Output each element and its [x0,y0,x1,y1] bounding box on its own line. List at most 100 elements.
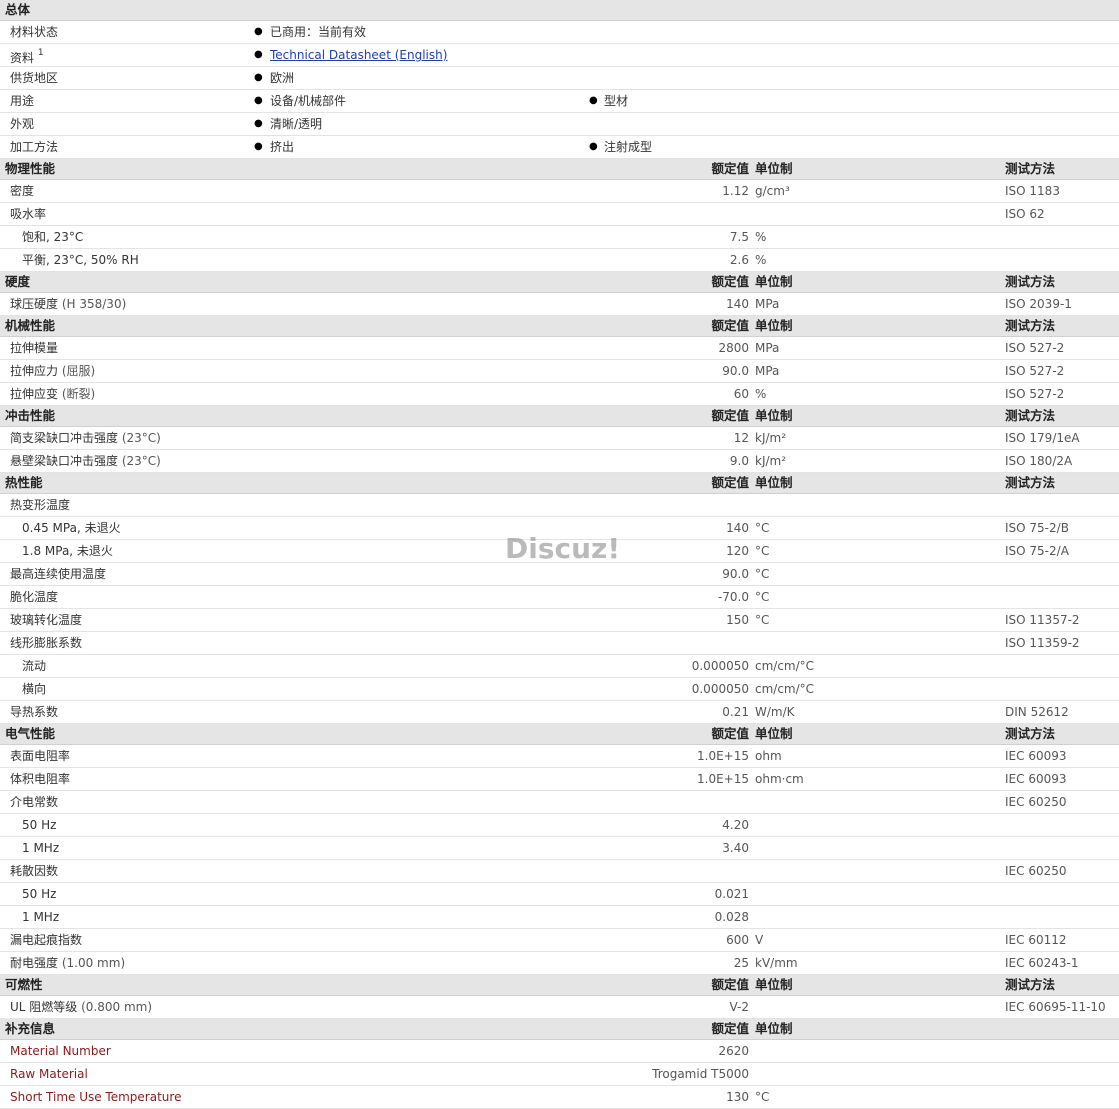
property-name: 玻璃转化温度 [10,613,83,627]
property-label: 表面电阻率 [10,745,70,767]
property-unit: °C [755,613,770,627]
property-row: Raw Material Trogamid T5000 [0,1063,1119,1086]
general-row: 供货地区 ● 欧洲 [0,67,1119,90]
general-section: 总体 材料状态 ● 已商用：当前有效 资料 1 ● Technical Datasheet… [0,0,1119,159]
property-row: 吸水率 ISO 62 [0,203,1119,226]
property-row: 体积电阻率 1.0E+15 ohm·cm IEC 60093 [0,768,1119,791]
property-value: 140 [726,521,749,535]
general-label: 供货地区 [10,67,58,89]
property-name: 热变形温度 [10,498,71,512]
property-row: UL 阻燃等级 (0.800 mm) V-2 IEC 60695-11-10 [0,996,1119,1019]
property-label: 1 MHz [22,906,59,928]
test-method-column-header: 测试方法 [1005,161,1056,176]
property-value: 90.0 [722,567,749,581]
property-unit: ohm [755,749,782,763]
section-title: 可燃性 [5,977,43,992]
property-row: 漏电起痕指数 600 V IEC 60112 [0,929,1119,952]
property-name: 导热系数 [10,705,59,719]
test-method: DIN 52612 [1005,705,1069,719]
datasheet-link[interactable]: Technical Datasheet (English) [270,44,447,66]
property-label: Short Time Use Temperature [10,1086,181,1108]
unit-column-header: 单位制 [755,274,793,289]
section-header: 硬度 额定值 单位制 测试方法 [0,272,1119,293]
test-method: IEC 60243-1 [1005,956,1079,970]
test-method: IEC 60250 [1005,795,1067,809]
property-row: 拉伸应力 (屈服) 90.0 MPa ISO 527-2 [0,360,1119,383]
test-method: ISO 527-2 [1005,364,1065,378]
property-row: 耐电强度 (1.00 mm) 25 kV/mm IEC 60243-1 [0,952,1119,975]
general-rows: 材料状态 ● 已商用：当前有效 资料 1 ● Technical Datasheet (E… [0,21,1119,159]
property-row: 拉伸应变 (断裂) 60% ISO 527-2 [0,383,1119,406]
property-name: 球压硬度 [10,297,59,311]
property-label: 介电常数 [10,791,58,813]
property-name: 密度 [10,184,35,198]
property-condition: (1.00 mm) [61,956,126,970]
property-name: Raw Material [10,1067,88,1081]
test-method-column-header: 测试方法 [1005,726,1056,741]
property-row: 介电常数 IEC 60250 [0,791,1119,814]
value-column-header: 额定值 [711,408,749,423]
property-unit: MPa [755,297,780,311]
section-header: 可燃性 额定值 单位制 测试方法 [0,975,1119,996]
section-header-general: 总体 [0,0,1119,21]
property-unit: cm/cm/°C [755,682,815,696]
section-title: 总体 [5,2,31,17]
test-method: ISO 75-2/A [1005,544,1069,558]
property-condition: (23°C) [121,454,161,468]
general-row: 资料 1 ● Technical Datasheet (English) [0,44,1119,67]
property-name: 1.8 MPa, 未退火 [22,544,113,558]
property-label: 球压硬度 (H 358/30) [10,293,126,315]
property-value: 7.5 [729,230,749,244]
property-unit: °C [755,567,770,581]
property-value: 600 [726,933,749,947]
property-label: 饱和, 23°C [22,226,83,248]
section-title: 物理性能 [5,161,56,176]
unit-column-header: 单位制 [755,977,793,992]
property-value: 2800 [718,341,749,355]
footnote-marker: 1 [37,48,44,58]
general-label-text: 供货地区 [10,71,59,85]
test-method: IEC 60112 [1005,933,1067,947]
value-column-header: 额定值 [711,726,749,741]
section-title: 机械性能 [5,318,56,333]
property-row: Material Number 2620 [0,1040,1119,1063]
unit-column-header: 单位制 [755,318,793,333]
property-name: 拉伸模量 [10,341,59,355]
property-value: 60 [733,387,749,401]
property-value: V-2 [729,1000,749,1014]
property-name: 横向 [22,682,47,696]
property-value: 0.021 [714,887,749,901]
property-name: 表面电阻率 [10,749,71,763]
property-unit: °C [755,1090,770,1104]
value-column-header: 额定值 [711,161,749,176]
property-value: 1.0E+15 [697,772,749,786]
property-name: 50 Hz [22,818,57,832]
test-method-column-header: 测试方法 [1005,977,1056,992]
property-label: 1 MHz [22,837,59,859]
general-label: 材料状态 [10,21,58,43]
unit-column-header: 单位制 [755,408,793,423]
property-label: 流动 [22,655,46,677]
unit-column-header: 单位制 [755,475,793,490]
property-row: 饱和, 23°C 7.5% [0,226,1119,249]
property-name: 流动 [22,659,47,673]
property-unit: g/cm³ [755,184,790,198]
property-row: 50 Hz 0.021 [0,883,1119,906]
property-label: 最高连续使用温度 [10,563,106,585]
property-value: 2.6 [729,253,749,267]
value-column-header: 额定值 [711,274,749,289]
test-method-column-header: 测试方法 [1005,475,1056,490]
property-name: 悬壁梁缺口冲击强度 [10,454,119,468]
property-value: 4.20 [722,818,749,832]
property-value: 25 [733,956,749,970]
property-label: 拉伸模量 [10,337,58,359]
section-title: 冲击性能 [5,408,56,423]
property-row: 简支梁缺口冲击强度 (23°C) 12 kJ/m² ISO 179/1eA [0,427,1119,450]
general-label-text: 材料状态 [10,25,59,39]
bullet-icon: ● [254,26,263,37]
property-row: 横向 0.000050 cm/cm/°C [0,678,1119,701]
property-row: 耗散因数 IEC 60250 [0,860,1119,883]
property-value: 0.000050 [691,659,749,673]
property-row: 线形膨胀系数 ISO 11359-2 [0,632,1119,655]
property-name: 最高连续使用温度 [10,567,107,581]
